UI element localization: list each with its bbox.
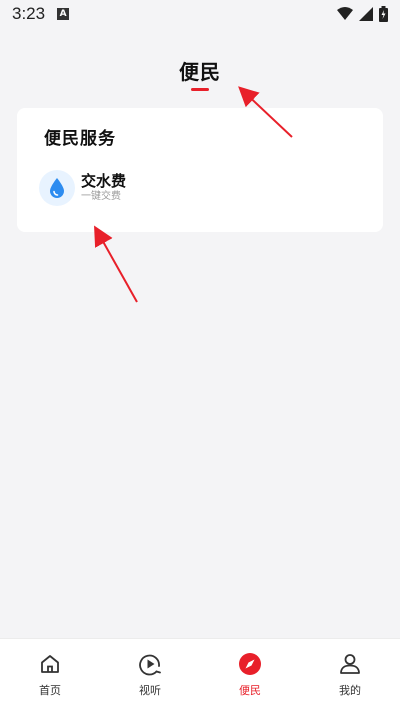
water-drop-icon bbox=[39, 170, 75, 206]
home-icon bbox=[38, 652, 62, 676]
nav-label-media: 视听 bbox=[139, 684, 161, 697]
nav-label-home: 首页 bbox=[39, 684, 61, 697]
nav-item-home[interactable]: 首页 bbox=[0, 639, 100, 710]
title-underline bbox=[191, 88, 209, 91]
service-item-description: 一键交费 bbox=[81, 191, 121, 202]
service-item-water-fee[interactable]: 交水费 一键交费 bbox=[39, 168, 179, 208]
battery-icon bbox=[379, 6, 388, 22]
nav-label-profile: 我的 bbox=[339, 684, 361, 697]
nav-item-media[interactable]: 视听 bbox=[100, 639, 200, 710]
bottom-nav: 首页 视听 便民 我的 bbox=[0, 638, 400, 710]
signal-icon bbox=[359, 7, 373, 21]
status-icons bbox=[337, 6, 388, 22]
service-item-name: 交水费 bbox=[81, 172, 127, 190]
page-title: 便民 bbox=[179, 60, 221, 84]
status-bar: 3:23 A bbox=[0, 0, 400, 28]
status-time: 3:23 bbox=[12, 4, 46, 23]
nav-label-services: 便民 bbox=[239, 684, 261, 697]
card-title: 便民服务 bbox=[44, 129, 116, 149]
user-icon bbox=[338, 652, 362, 676]
nav-item-services[interactable]: 便民 bbox=[200, 639, 300, 710]
annotation-arrows bbox=[94, 86, 293, 303]
service-card: 便民服务 交水费 一键交费 bbox=[17, 108, 383, 232]
annotation-arrow-item bbox=[94, 225, 138, 303]
compass-icon bbox=[238, 652, 262, 676]
a-icon: A bbox=[57, 8, 70, 20]
play-icon bbox=[138, 652, 162, 676]
nav-item-profile[interactable]: 我的 bbox=[300, 639, 400, 710]
wifi-icon bbox=[337, 7, 353, 20]
